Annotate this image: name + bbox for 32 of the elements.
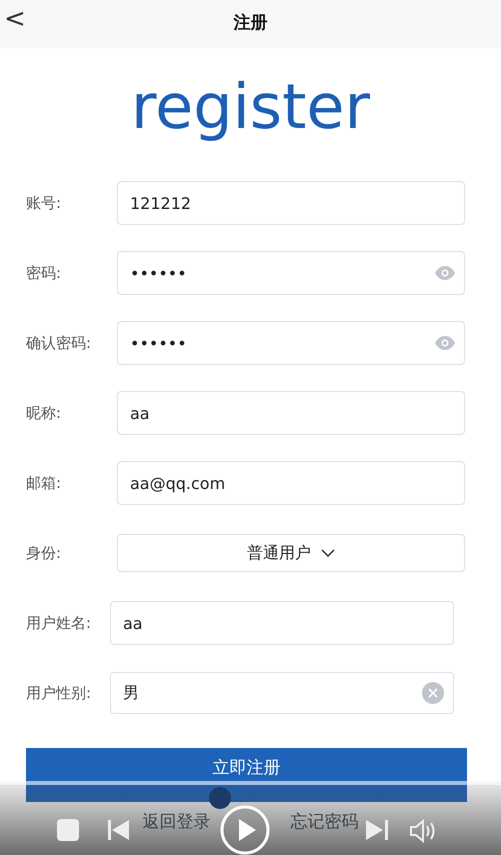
input-field[interactable]: 男 — [110, 672, 454, 714]
next-icon[interactable] — [366, 819, 388, 841]
field-label: 账号: — [26, 192, 62, 214]
field-label: 密码: — [26, 262, 62, 284]
logo-text: register — [130, 70, 370, 143]
play-button[interactable] — [220, 805, 270, 855]
link[interactable]: 忘记密码 — [290, 810, 358, 836]
progress-thumb[interactable] — [209, 787, 232, 809]
input-field[interactable]: •••••• — [117, 251, 465, 295]
previous-icon[interactable] — [108, 819, 130, 841]
input-field[interactable]: •••••• — [117, 321, 465, 365]
chevron-down-icon — [321, 549, 335, 557]
link[interactable]: 返回登录 — [142, 810, 210, 836]
role-select[interactable]: 普通用户 — [117, 534, 465, 572]
field-label: 昵称: — [26, 402, 62, 424]
stop-icon[interactable] — [57, 819, 79, 841]
register-button[interactable]: 立即注册 — [26, 748, 467, 802]
field-label: 用户姓名: — [26, 612, 92, 634]
field-label: 身份: — [26, 542, 62, 564]
field-label: 确认密码: — [26, 332, 92, 354]
field-label: 邮箱: — [26, 472, 62, 494]
eye-icon[interactable] — [435, 336, 455, 350]
input-field[interactable]: aa@qq.com — [117, 461, 465, 505]
clear-icon[interactable] — [422, 682, 444, 704]
volume-icon[interactable] — [410, 819, 436, 843]
input-field[interactable]: aa — [117, 391, 465, 435]
back-button[interactable]: < — [4, 6, 26, 32]
input-field[interactable]: 121212 — [117, 181, 465, 225]
field-label: 用户性别: — [26, 682, 92, 704]
eye-icon[interactable] — [435, 266, 455, 280]
input-field[interactable]: aa — [110, 601, 454, 645]
page-title: 注册 — [234, 12, 268, 36]
